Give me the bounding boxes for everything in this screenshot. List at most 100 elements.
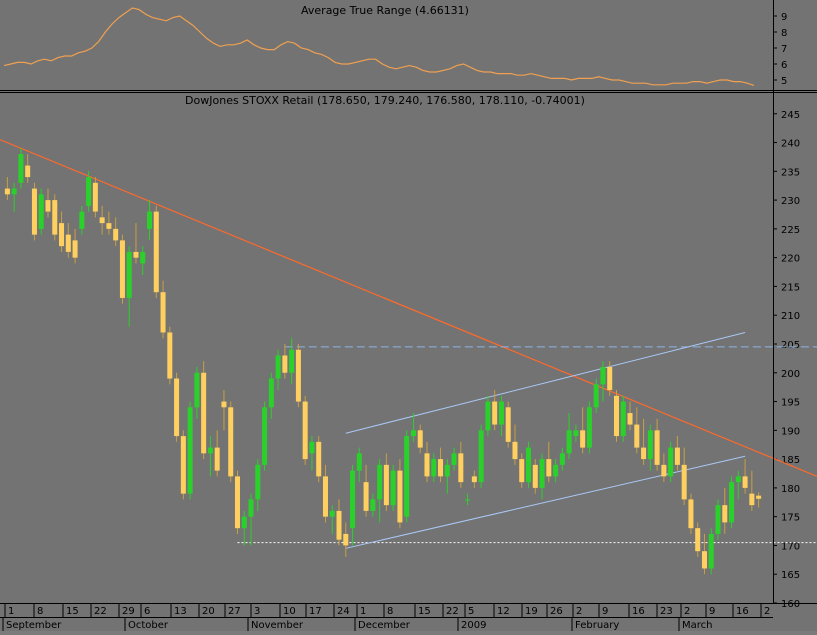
candle-body	[681, 464, 687, 500]
candle-body	[4, 188, 10, 195]
month-label-2: November	[251, 620, 304, 631]
candle-body	[377, 464, 383, 500]
price-tick-label-4: 225	[781, 225, 800, 236]
candle-body	[241, 516, 247, 529]
candle-body	[92, 182, 98, 212]
candle-body	[45, 200, 51, 212]
candle-body	[11, 188, 17, 195]
candle-5	[38, 188, 44, 235]
candle-body	[370, 499, 376, 511]
month-label-3: December	[358, 620, 411, 631]
candle-body	[234, 476, 240, 529]
candle-74	[505, 401, 511, 448]
candle-body	[322, 476, 328, 517]
candle-body	[465, 499, 471, 501]
candle-body	[553, 464, 559, 477]
candle-body	[749, 493, 755, 506]
price-tick-label-7: 210	[781, 311, 800, 322]
atr-tick-label-1: 8	[781, 28, 787, 39]
day-label-14: 8	[387, 606, 393, 617]
candle-91	[620, 395, 626, 442]
candle-12	[86, 171, 92, 212]
candle-body	[221, 401, 227, 408]
day-label-23: 16	[632, 606, 645, 617]
day-label-25: 2	[684, 606, 690, 617]
day-label-7: 20	[202, 606, 215, 617]
candle-body	[167, 332, 173, 379]
price-tick-label-0: 245	[781, 110, 800, 121]
candle-body	[65, 234, 71, 252]
candle-body	[309, 441, 315, 454]
candle-body	[363, 482, 369, 511]
day-label-6: 13	[174, 606, 187, 617]
candle-body	[417, 430, 423, 448]
candle-body	[201, 372, 207, 454]
candle-body	[390, 470, 396, 506]
candle-body	[397, 470, 403, 523]
candle-57	[390, 464, 396, 511]
candle-body	[559, 453, 565, 465]
candle-body	[634, 424, 640, 448]
candle-body	[268, 378, 274, 408]
candle-body	[424, 453, 430, 477]
candle-body	[282, 355, 288, 373]
candle-body	[147, 211, 153, 229]
price-tick-label-10: 195	[781, 398, 800, 409]
month-label-6: March	[682, 620, 712, 631]
candle-body	[140, 251, 146, 264]
candle-33	[228, 401, 234, 483]
candle-body	[478, 430, 484, 483]
candle-body	[505, 407, 511, 442]
candle-90	[613, 390, 619, 442]
candle-101	[688, 493, 694, 534]
candle-body	[133, 251, 139, 258]
candle-body	[613, 395, 619, 437]
day-label-12: 24	[337, 606, 350, 617]
day-label-28: 2	[764, 606, 770, 617]
candle-body	[153, 211, 159, 293]
candle-body	[404, 436, 410, 517]
day-label-0: 1	[8, 606, 14, 617]
candle-body	[654, 430, 660, 465]
day-label-1: 8	[37, 606, 43, 617]
day-label-15: 15	[418, 606, 431, 617]
candle-body	[295, 349, 301, 402]
candle-38	[262, 401, 268, 471]
candle-body	[438, 459, 444, 477]
candle-body	[607, 367, 613, 391]
candle-body	[580, 430, 586, 448]
candle-body	[113, 228, 119, 241]
candle-body	[52, 200, 58, 235]
candle-body	[194, 372, 200, 408]
candle-body	[722, 505, 728, 523]
month-label-4: 2009	[461, 620, 486, 631]
candle-body	[289, 349, 295, 373]
day-label-11: 17	[309, 606, 322, 617]
candle-body	[119, 240, 125, 298]
stock-chart: Average True Range (4.66131) 9 8 7 6 5 DowJo…	[0, 0, 817, 631]
day-label-8: 27	[228, 606, 241, 617]
candle-body	[627, 413, 633, 425]
candle-body	[492, 401, 498, 425]
month-label-0: September	[6, 620, 62, 631]
candle-107	[729, 476, 735, 529]
chart-window: Average True Range (4.66131) 9 8 7 6 5 DowJo…	[0, 0, 817, 631]
candle-body	[79, 211, 85, 229]
candle-7	[52, 194, 58, 241]
candle-body	[329, 510, 335, 517]
candle-body	[573, 430, 579, 437]
candle-body	[72, 240, 78, 258]
day-label-9: 3	[254, 606, 260, 617]
candle-body	[343, 533, 349, 546]
price-tick-label-3: 230	[781, 196, 800, 207]
day-label-13: 1	[360, 606, 366, 617]
candle-body	[99, 217, 105, 224]
price-tick-label-11: 190	[781, 426, 800, 437]
candle-body	[106, 223, 112, 229]
price-tick-label-16: 165	[781, 570, 800, 581]
candle-body	[410, 430, 416, 437]
candle-13	[92, 177, 98, 218]
day-label-3: 22	[94, 606, 107, 617]
candle-17	[119, 234, 125, 304]
day-label-4: 29	[122, 606, 135, 617]
